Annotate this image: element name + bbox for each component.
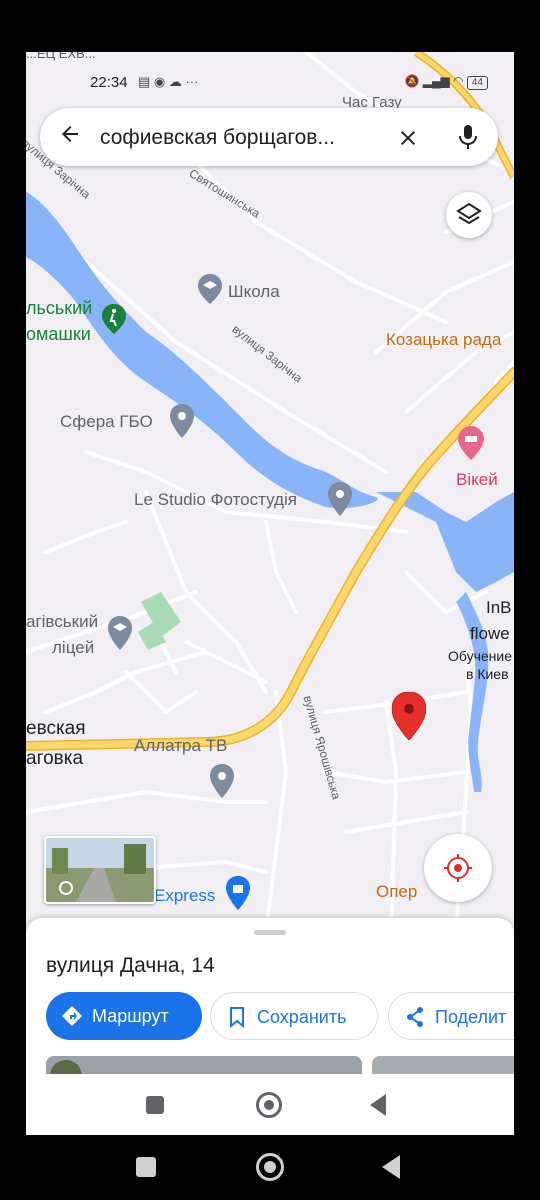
route-label: Маршрут (92, 1006, 169, 1026)
poi-express[interactable]: Express (154, 886, 215, 906)
poi-vikei[interactable]: Вікей (456, 470, 498, 490)
poi-town-line1: евская (26, 718, 86, 739)
status-bar: ...ЕЦ ЕХВ... 22:34 ▤ ◉ ☁ ··· Час Газу 🔕 … (26, 52, 514, 111)
system-nav-bar (0, 1135, 540, 1200)
poi-obuch-line2[interactable]: в Киев (466, 666, 509, 682)
street-view-thumbnail[interactable] (44, 836, 156, 904)
my-location-button[interactable] (424, 834, 492, 902)
back-triangle-icon[interactable] (370, 1094, 386, 1116)
recents-square-icon[interactable] (146, 1096, 164, 1114)
poi-park-line1[interactable]: льський (26, 298, 92, 319)
poi-kozatska[interactable]: Козацька рада (386, 330, 501, 350)
mute-icon: 🔕 (404, 74, 420, 88)
place-title: вулиця Дачна, 14 (46, 954, 215, 977)
save-button[interactable]: Сохранить (210, 992, 378, 1040)
close-icon[interactable] (396, 120, 420, 157)
search-bar[interactable]: софиевская борщагов... (40, 108, 498, 166)
battery-icon: 44 (466, 76, 488, 90)
poi-liceum-line1[interactable]: агівський (26, 612, 98, 632)
directions-icon (62, 992, 82, 1058)
drag-handle[interactable] (254, 930, 286, 935)
save-label: Сохранить (257, 1007, 347, 1027)
share-icon (405, 993, 425, 1059)
system-recents-icon[interactable] (136, 1157, 156, 1177)
poi-lestudio[interactable]: Le Studio Фотостудія (134, 490, 297, 510)
phone-screen: вулиця Зарічна Святошинська вулиця Заріч… (26, 52, 514, 1135)
wifi-icon: ◠ (453, 74, 464, 88)
poi-inb-line2[interactable]: flowe (470, 624, 510, 644)
status-right-icons: 🔕 ▂▄▆ ◠ 44 (404, 74, 488, 90)
bookmark-icon (227, 993, 247, 1059)
poi-sfera[interactable]: Сфера ГБО (60, 412, 153, 432)
poi-inb-line1[interactable]: InB (486, 598, 512, 618)
home-circle-icon[interactable] (256, 1092, 282, 1118)
share-button[interactable]: Поделит (388, 992, 514, 1040)
share-label: Поделит (435, 1007, 507, 1027)
status-top-cut-text: ...ЕЦ ЕХВ... (26, 52, 96, 61)
poi-park-line2[interactable]: омашки (26, 324, 91, 345)
poi-liceum-line2[interactable]: ліцей (52, 638, 94, 658)
status-time: 22:34 (90, 74, 128, 91)
system-back-icon[interactable] (382, 1155, 400, 1179)
poi-allatra[interactable]: Аллатра ТВ (134, 736, 227, 756)
map-canvas[interactable]: вулиця Зарічна Святошинська вулиця Заріч… (26, 52, 514, 932)
back-arrow-icon[interactable] (58, 122, 82, 151)
poi-school[interactable]: Школа (228, 282, 280, 302)
poi-oper[interactable]: Опер (376, 882, 417, 902)
route-button[interactable]: Маршрут (46, 992, 202, 1040)
layers-button[interactable] (446, 192, 492, 238)
mic-icon[interactable] (456, 124, 480, 155)
poi-town-line2: аговка (26, 748, 84, 769)
signal-icon: ▂▄▆ (422, 74, 450, 88)
search-query[interactable]: софиевская борщагов... (100, 126, 335, 150)
poi-obuch-line1[interactable]: Обучение (448, 648, 512, 664)
notification-icons: ▤ ◉ ☁ ··· (138, 74, 199, 89)
crosshair-location-icon (444, 854, 472, 882)
system-home-icon[interactable] (256, 1153, 284, 1181)
lake (26, 192, 378, 509)
app-nav-bar (26, 1074, 514, 1135)
layers-icon (456, 202, 482, 225)
